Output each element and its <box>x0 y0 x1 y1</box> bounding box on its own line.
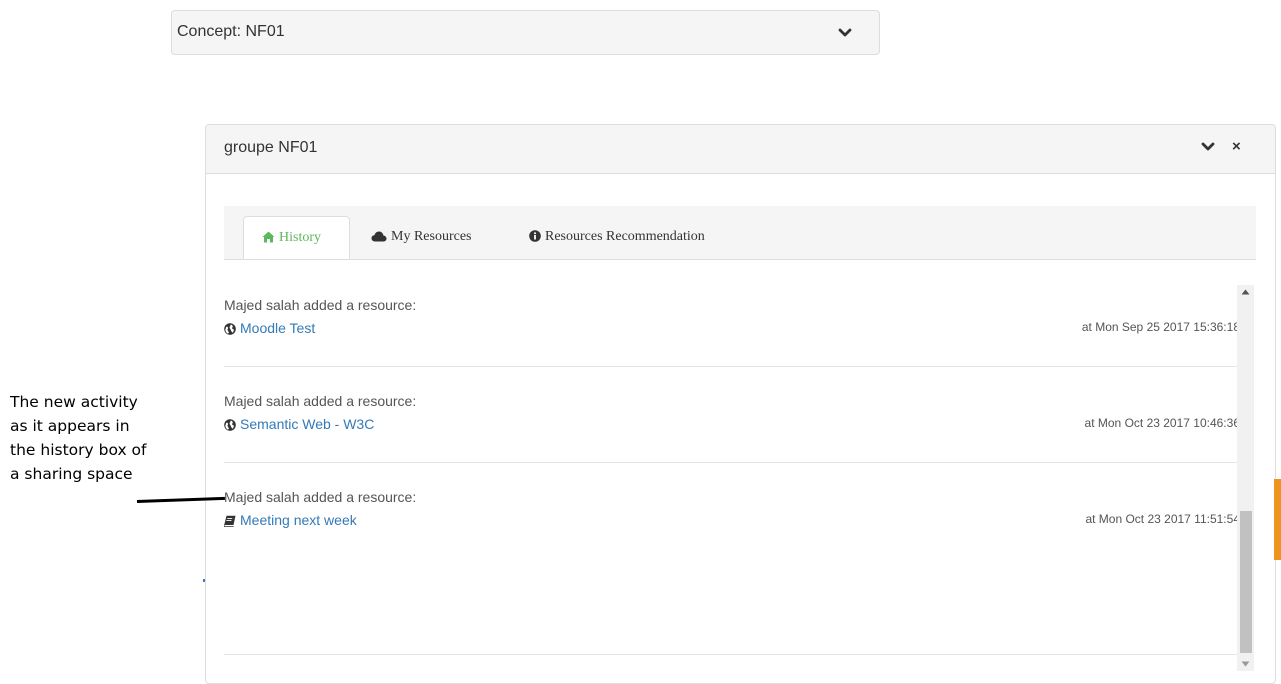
history-list: Majed salah added a resource: Moodle Tes… <box>223 277 1240 657</box>
annotation-line: The new activity <box>10 393 138 411</box>
entry-timestamp: at Mon Oct 23 2017 11:51:54 <box>1085 512 1240 526</box>
tab-resources-recommendation[interactable]: Resources Recommendation <box>529 216 705 259</box>
home-icon <box>262 231 275 243</box>
divider <box>224 366 1238 367</box>
book-icon <box>223 515 236 527</box>
resource-link[interactable]: Moodle Test <box>224 320 315 336</box>
history-entry: Majed salah added a resource: Meeting ne… <box>223 489 1240 579</box>
chevron-down-icon[interactable] <box>1201 142 1215 152</box>
resource-link-label: Moodle Test <box>240 320 316 336</box>
group-title: groupe NF01 <box>224 139 318 156</box>
group-panel: groupe NF01 × History My Resources Resou… <box>205 124 1276 684</box>
resource-link[interactable]: Semantic Web - W3C <box>224 416 374 432</box>
history-entry: Majed salah added a resource: Semantic W… <box>224 393 1240 483</box>
tab-label: History <box>279 230 321 245</box>
resource-link-label: Meeting next week <box>240 512 357 528</box>
entry-timestamp: at Mon Oct 23 2017 10:46:36 <box>1084 416 1240 430</box>
group-panel-header: groupe NF01 × <box>206 125 1275 174</box>
entry-timestamp: at Mon Sep 25 2017 15:36:18 <box>1081 320 1240 334</box>
decorative-mark <box>203 579 205 582</box>
annotation-line: a sharing space <box>10 465 133 483</box>
history-entry: Majed salah added a resource: Moodle Tes… <box>224 297 1240 387</box>
entry-text: Majed salah added a resource: <box>224 393 417 409</box>
resource-link-label: Semantic Web - W3C <box>240 416 375 432</box>
annotation-line: as it appears in <box>10 417 130 435</box>
tab-label: My Resources <box>391 229 472 244</box>
tabs-bar: History My Resources Resources Recommend… <box>224 206 1256 260</box>
close-icon[interactable]: × <box>1232 138 1241 155</box>
entry-text: Majed salah added a resource: <box>224 297 417 313</box>
scroll-down-arrow-icon[interactable] <box>1241 661 1250 667</box>
globe-icon <box>224 323 236 335</box>
concept-panel[interactable]: Concept: NF01 <box>171 10 880 55</box>
tab-history[interactable]: History <box>243 216 350 259</box>
tab-label: Resources Recommendation <box>545 229 705 244</box>
annotation-caption: The new activity as it appears in the hi… <box>10 390 210 486</box>
annotation-line: the history box of <box>10 441 147 459</box>
cloud-icon <box>371 231 387 242</box>
resource-link[interactable]: Meeting next week <box>223 512 357 528</box>
entry-text: Majed salah added a resource: <box>224 489 417 505</box>
info-circle-icon <box>529 230 541 242</box>
divider <box>224 462 1238 463</box>
concept-title: Concept: NF01 <box>177 23 285 40</box>
scroll-up-arrow-icon[interactable] <box>1241 289 1250 295</box>
chevron-down-icon[interactable] <box>838 28 852 38</box>
tab-my-resources[interactable]: My Resources <box>371 216 472 259</box>
scrollbar-thumb[interactable] <box>1240 511 1252 653</box>
divider <box>224 654 1238 655</box>
side-feedback-tab[interactable] <box>1274 479 1281 560</box>
globe-icon <box>224 419 236 431</box>
